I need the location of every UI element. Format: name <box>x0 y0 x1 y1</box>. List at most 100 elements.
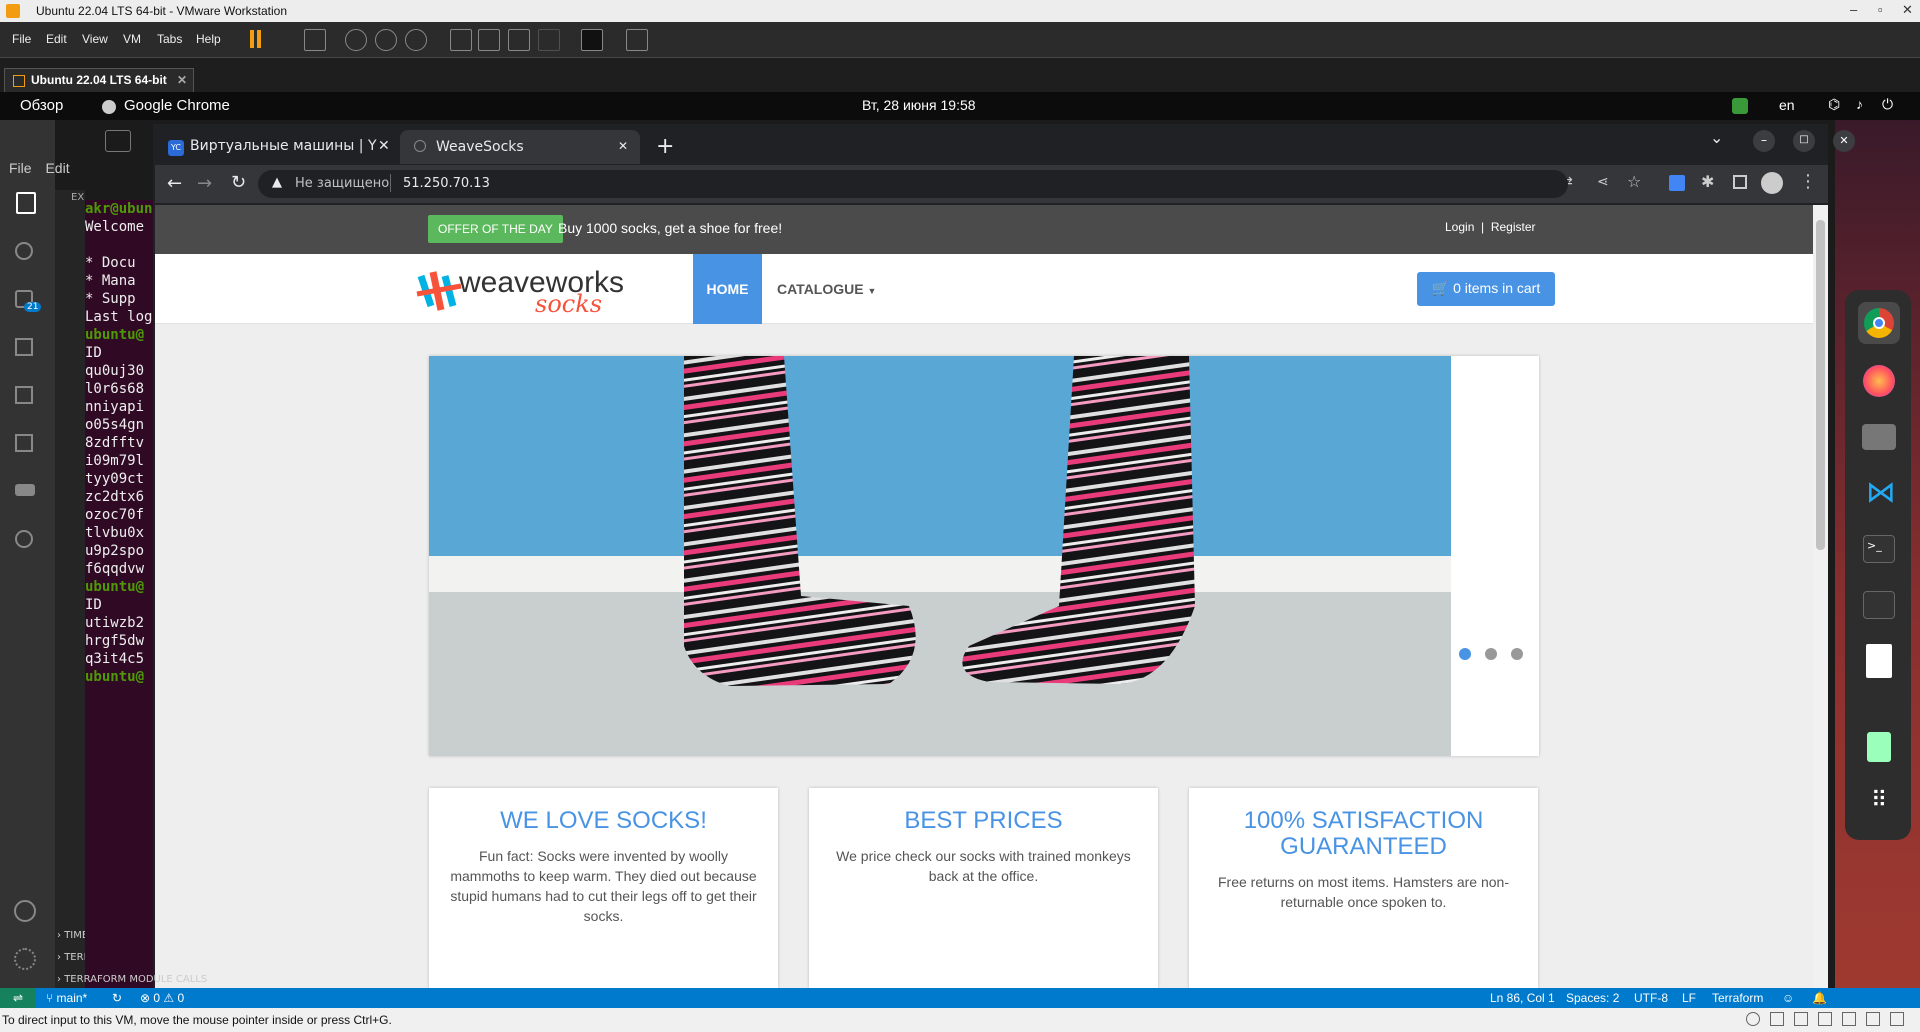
menu-view[interactable]: View <box>82 32 108 46</box>
vscode-dock-icon[interactable]: ⋈ <box>1858 472 1900 514</box>
back-icon[interactable]: ← <box>167 173 182 194</box>
system-monitor-dock-icon[interactable] <box>1858 584 1900 626</box>
weaveworks-logo[interactable]: weaveworks socks <box>415 266 635 318</box>
text-editor-dock-icon[interactable] <box>1858 640 1900 682</box>
remote-indicator-icon[interactable]: ⇌ <box>0 988 36 1008</box>
address-bar[interactable]: ▲ Не защищено 51.250.70.13 <box>258 170 1568 198</box>
tab-weavesocks[interactable]: WeaveSocks ✕ <box>400 130 640 164</box>
hero-carousel[interactable] <box>429 356 1539 756</box>
terminal-dock-icon[interactable]: >_ <box>1858 528 1900 570</box>
minimize-icon[interactable]: – <box>1850 2 1857 17</box>
new-window-icon[interactable] <box>105 130 131 152</box>
chrome-menu-icon[interactable]: ⋮ <box>1799 171 1817 192</box>
url-text[interactable]: 51.250.70.13 <box>403 176 490 191</box>
vscode-menu-file[interactable]: File <box>9 160 32 176</box>
firefox-dock-icon[interactable] <box>1858 360 1900 402</box>
terminal-panel[interactable]: akr@ubun Welcome * Docu * Mana * Supp Last lo… <box>85 200 155 988</box>
reload-icon[interactable]: ↻ <box>231 172 246 193</box>
sidebar-toggle-icon[interactable] <box>450 29 472 51</box>
carousel-dot-3[interactable] <box>1511 648 1523 660</box>
cursor-position[interactable]: Ln 86, Col 1 <box>1490 991 1555 1005</box>
trash-dock-icon[interactable] <box>1858 726 1900 768</box>
terraform-modules-section[interactable]: › TERRAFORM MODULE CALLS <box>57 974 207 985</box>
extensions-puzzle-icon[interactable]: ✱ <box>1701 172 1714 191</box>
feedback-icon[interactable]: ☺ <box>1782 991 1794 1005</box>
problems-indicator[interactable]: ⊗ 0 ⚠ 0 <box>140 991 184 1005</box>
thumbnail-icon[interactable] <box>478 29 500 51</box>
line-ending[interactable]: LF <box>1682 991 1696 1005</box>
nav-home[interactable]: HOME <box>693 254 762 324</box>
network-adapter-icon[interactable] <box>1770 1012 1784 1026</box>
explorer-icon[interactable] <box>16 192 36 214</box>
login-link[interactable]: Login <box>1445 220 1474 234</box>
revert-snapshot-icon[interactable] <box>375 29 397 51</box>
docker-icon[interactable] <box>15 484 35 496</box>
unity-icon[interactable] <box>538 29 560 51</box>
indentation[interactable]: Spaces: 2 <box>1566 991 1619 1005</box>
printer-icon[interactable] <box>1842 1012 1856 1026</box>
scrollbar-thumb[interactable] <box>1816 220 1825 550</box>
snapshot-icon[interactable] <box>345 29 367 51</box>
volume-icon[interactable]: ♪ <box>1856 96 1863 112</box>
files-dock-icon[interactable] <box>1858 416 1900 458</box>
tab-search-icon[interactable]: ⌄ <box>1710 128 1723 147</box>
tab-virtual-machines[interactable]: YC Виртуальные машины | Y ✕ <box>168 138 398 156</box>
display-icon[interactable] <box>1866 1012 1880 1026</box>
snapshot-manager-icon[interactable] <box>405 29 427 51</box>
remote-explorer-icon[interactable] <box>15 434 33 452</box>
not-secure-label[interactable]: Не защищено <box>295 176 389 191</box>
activities-button[interactable]: Обзор <box>20 97 63 114</box>
new-tab-button[interactable]: + <box>656 134 674 159</box>
fullscreen-icon[interactable] <box>508 29 530 51</box>
side-panel-icon[interactable] <box>1733 175 1747 189</box>
forward-icon[interactable]: → <box>197 173 212 194</box>
search-icon[interactable] <box>15 242 33 260</box>
profile-avatar[interactable] <box>1761 172 1783 194</box>
extensions-icon[interactable] <box>15 386 33 404</box>
account-icon[interactable] <box>14 900 36 922</box>
message-icon[interactable] <box>1890 1012 1904 1026</box>
settings-gear-icon[interactable] <box>14 948 36 970</box>
show-apps-icon[interactable]: ⠿ <box>1858 780 1900 822</box>
keyboard-layout[interactable]: en <box>1779 97 1795 113</box>
sound-icon[interactable] <box>1818 1012 1832 1026</box>
hdd-icon[interactable] <box>1746 1012 1760 1026</box>
tab-close-icon[interactable]: ✕ <box>618 139 628 153</box>
menu-file[interactable]: File <box>12 32 31 46</box>
network-icon[interactable]: ⌬ <box>1828 96 1840 113</box>
active-app-name[interactable]: Google Chrome <box>124 97 230 114</box>
share-icon[interactable]: ⋖ <box>1597 174 1609 190</box>
bookmark-star-icon[interactable]: ☆ <box>1627 172 1641 191</box>
encoding[interactable]: UTF-8 <box>1634 991 1668 1005</box>
stretch-icon[interactable] <box>626 29 648 51</box>
carousel-dot-2[interactable] <box>1485 648 1497 660</box>
clock[interactable]: Вт, 28 июня 19:58 <box>862 97 976 113</box>
chrome-minimize-icon[interactable]: – <box>1753 130 1775 152</box>
menu-vm[interactable]: VM <box>123 32 141 46</box>
vscode-menu-edit[interactable]: Edit <box>45 160 69 176</box>
notifications-icon[interactable]: 🔔 <box>1812 991 1827 1005</box>
nav-catalogue[interactable]: CATALOGUE ▼ <box>777 281 876 297</box>
kubernetes-icon[interactable] <box>15 530 33 548</box>
translate-extension-icon[interactable] <box>1669 175 1685 191</box>
shield-icon[interactable] <box>1732 98 1748 114</box>
menu-tabs[interactable]: Tabs <box>157 32 182 46</box>
branch-indicator[interactable]: ⑂ main* <box>46 991 87 1005</box>
send-keys-icon[interactable] <box>304 29 326 51</box>
offer-badge[interactable]: OFFER OF THE DAY <box>428 215 563 243</box>
cart-button[interactable]: 🛒 0 items in cart <box>1417 272 1555 306</box>
page-scrollbar[interactable] <box>1813 205 1828 988</box>
register-link[interactable]: Register <box>1491 220 1536 234</box>
chrome-dock-icon[interactable] <box>1858 302 1900 344</box>
menu-edit[interactable]: Edit <box>46 32 67 46</box>
vm-tab[interactable]: Ubuntu 22.04 LTS 64-bit ✕ <box>4 68 194 92</box>
tab-close-icon[interactable]: ✕ <box>378 138 390 154</box>
carousel-dot-1[interactable] <box>1459 648 1471 660</box>
tab-close-icon[interactable]: ✕ <box>177 73 187 87</box>
menu-help[interactable]: Help <box>196 32 221 46</box>
chrome-maximize-icon[interactable]: □ <box>1793 130 1815 152</box>
run-debug-icon[interactable] <box>15 338 33 356</box>
language-mode[interactable]: Terraform <box>1712 991 1763 1005</box>
power-icon[interactable]: ⏻ <box>1882 96 1893 113</box>
warning-icon[interactable]: ▲ <box>272 175 282 190</box>
